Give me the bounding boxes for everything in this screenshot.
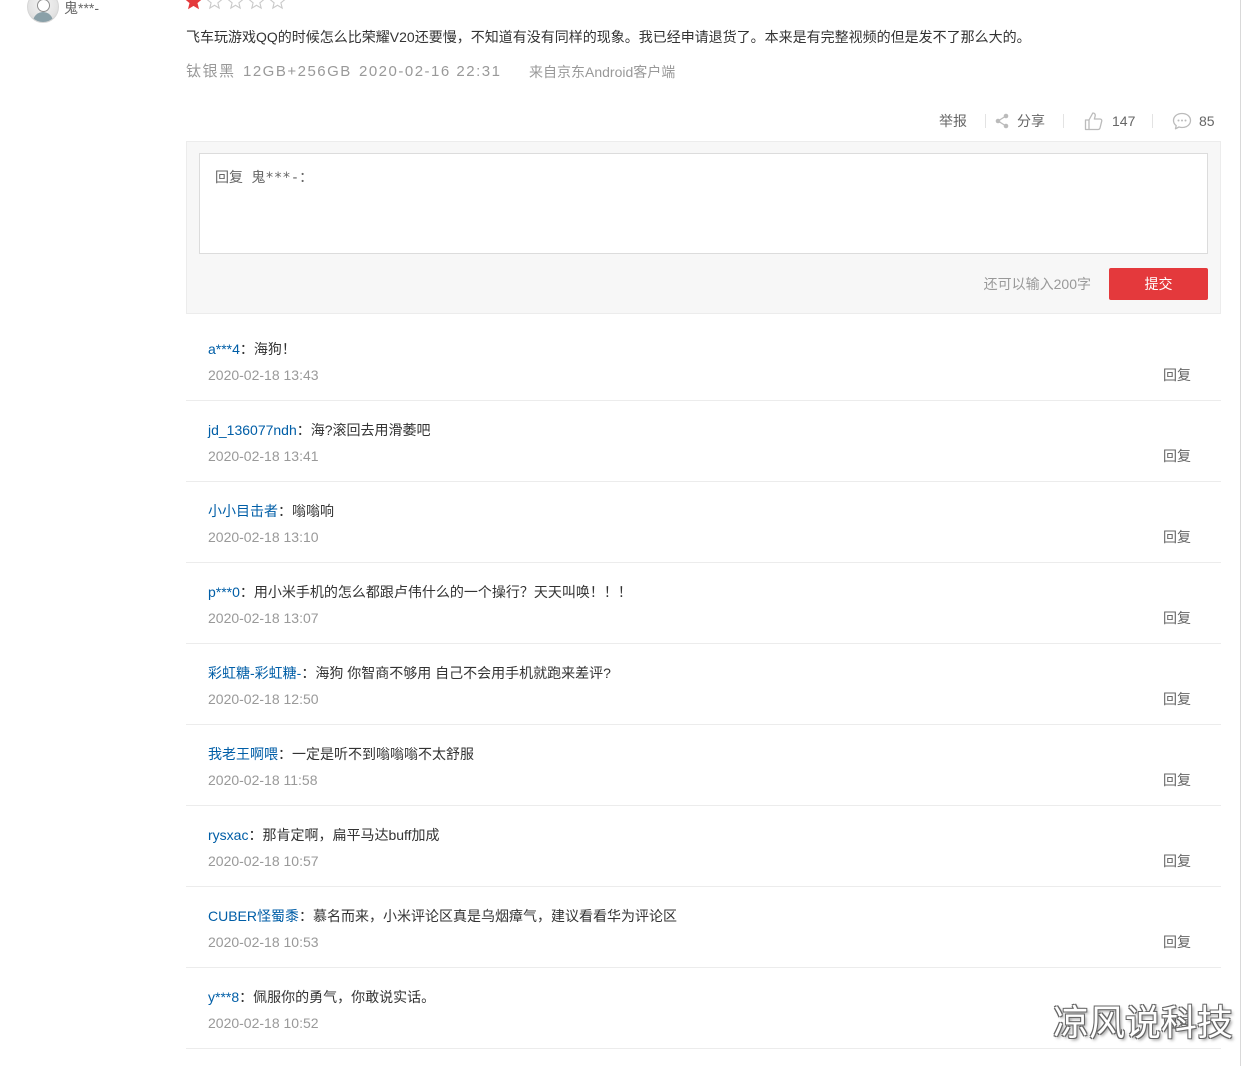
reply-text: 海狗 你智商不够用 自己不会用手机就跑来差评? xyxy=(315,665,611,681)
comment-bubble-icon[interactable] xyxy=(1172,111,1192,131)
review-time: 2020-02-16 22:31 xyxy=(359,63,502,80)
reply-list: a***4：海狗！ 2020-02-18 13:43 回复 jd_136077n… xyxy=(186,320,1221,1049)
reply-composer: 还可以输入200字 提交 xyxy=(186,141,1221,314)
reply-colon: ： xyxy=(248,827,263,843)
reply-line: 我老王啊喂：一定是听不到嗡嗡嗡不太舒服 xyxy=(208,745,474,763)
reply-time: 2020-02-18 13:10 xyxy=(208,529,319,545)
reply-username-link[interactable]: 彩虹糖-彩虹糖- xyxy=(208,665,301,681)
reply-time: 2020-02-18 10:57 xyxy=(208,853,319,869)
share-icon[interactable] xyxy=(994,113,1010,129)
reply-text: 嗡嗡响 xyxy=(292,503,334,519)
reply-text: 慕名而来，小米评论区真是乌烟瘴气，建议看看华为评论区 xyxy=(313,908,678,924)
reply-button[interactable]: 回复 xyxy=(1163,690,1191,708)
reply-line: 小小目击者：嗡嗡响 xyxy=(208,502,334,520)
watermark: 凉风说科技 xyxy=(1053,1002,1234,1043)
reply-button[interactable]: 回复 xyxy=(1163,366,1191,384)
action-divider xyxy=(1063,114,1064,128)
reply-colon: ： xyxy=(299,908,314,924)
reply-textarea[interactable] xyxy=(199,153,1208,254)
reply-text: 一定是听不到嗡嗡嗡不太舒服 xyxy=(292,746,474,762)
user-avatar xyxy=(27,0,59,23)
reply-username-link[interactable]: a***4 xyxy=(208,341,240,357)
reply-button[interactable]: 回复 xyxy=(1163,771,1191,789)
report-link[interactable]: 举报 xyxy=(939,111,967,131)
review-username: 鬼***- xyxy=(64,0,100,16)
reply-time: 2020-02-18 11:58 xyxy=(208,772,318,788)
reply-button[interactable]: 回复 xyxy=(1163,933,1191,951)
reply-item: p***0：用小米手机的怎么都跟卢伟什么的一个操行？天天叫唤！！！ 2020-0… xyxy=(186,563,1221,644)
reply-time: 2020-02-18 10:52 xyxy=(208,1015,319,1031)
comment-button[interactable]: 85 xyxy=(1172,111,1215,131)
reply-button[interactable]: 回复 xyxy=(1163,852,1191,870)
reply-username-link[interactable]: 小小目击者 xyxy=(208,503,278,519)
reply-username-link[interactable]: jd_136077ndh xyxy=(208,422,297,438)
reply-text: 海?滚回去用滑萎吧 xyxy=(310,422,431,438)
review-source: 来自京东Android客户端 xyxy=(529,64,676,80)
reply-line: rysxac：那肯定啊，扁平马达buff加成 xyxy=(208,826,440,844)
page-edge-divider xyxy=(1240,0,1241,1066)
reply-colon: ： xyxy=(278,503,292,519)
submit-button[interactable]: 提交 xyxy=(1109,268,1208,300)
reply-item: jd_136077ndh：海?滚回去用滑萎吧 2020-02-18 13:41 … xyxy=(186,401,1221,482)
reply-item: CUBER怪蜀黍：慕名而来，小米评论区真是乌烟瘴气，建议看看华为评论区 2020… xyxy=(186,887,1221,968)
reply-time: 2020-02-18 10:53 xyxy=(208,934,319,950)
reply-item: rysxac：那肯定啊，扁平马达buff加成 2020-02-18 10:57 … xyxy=(186,806,1221,887)
product-color: 钛银黑 xyxy=(186,63,236,80)
reply-item: 彩虹糖-彩虹糖-：海狗 你智商不够用 自己不会用手机就跑来差评? 2020-02… xyxy=(186,644,1221,725)
reply-item: a***4：海狗！ 2020-02-18 13:43 回复 xyxy=(186,320,1221,401)
reply-item: 小小目击者：嗡嗡响 2020-02-18 13:10 回复 xyxy=(186,482,1221,563)
star-icon xyxy=(248,0,265,10)
reply-time: 2020-02-18 12:50 xyxy=(208,691,319,707)
reply-colon: ： xyxy=(239,341,254,357)
reply-colon: ： xyxy=(278,746,292,762)
reply-line: CUBER怪蜀黍：慕名而来，小米评论区真是乌烟瘴气，建议看看华为评论区 xyxy=(208,907,677,925)
reply-line: p***0：用小米手机的怎么都跟卢伟什么的一个操行？天天叫唤！！！ xyxy=(208,583,632,601)
reply-username-link[interactable]: CUBER怪蜀黍 xyxy=(208,908,299,924)
reply-button[interactable]: 回复 xyxy=(1163,447,1191,465)
reply-line: a***4：海狗！ xyxy=(208,340,296,358)
reply-username-link[interactable]: y***8 xyxy=(208,989,239,1005)
reply-text: 佩服你的勇气，你敢说实话。 xyxy=(253,989,436,1005)
like-button[interactable]: 147 xyxy=(1083,111,1135,131)
star-icon xyxy=(227,0,244,10)
reply-line: jd_136077ndh：海?滚回去用滑萎吧 xyxy=(208,421,431,439)
star-icon xyxy=(206,0,223,10)
action-divider xyxy=(985,114,986,128)
reply-username-link[interactable]: 我老王啊喂 xyxy=(208,746,278,762)
reply-username-link[interactable]: rysxac xyxy=(208,827,248,843)
reply-colon: ： xyxy=(239,989,254,1005)
review-content: 飞车玩游戏QQ的时候怎么比荣耀V20还要慢，不知道有没有同样的现象。我已经申请退… xyxy=(186,29,1031,45)
reply-text: 海狗！ xyxy=(253,341,296,357)
reply-line: y***8：佩服你的勇气，你敢说实话。 xyxy=(208,988,435,1006)
share-label[interactable]: 分享 xyxy=(1017,111,1045,131)
action-divider xyxy=(1152,114,1153,128)
share-button[interactable]: 分享 xyxy=(994,111,1045,131)
reply-time: 2020-02-18 13:07 xyxy=(208,610,319,626)
review-page: 鬼***- 飞车玩游戏QQ的时候怎么比荣耀V20还要慢，不知道有没有同样的现象。… xyxy=(0,0,1251,1066)
reply-text: 用小米手机的怎么都跟卢伟什么的一个操行？天天叫唤！！！ xyxy=(253,584,632,600)
reply-button[interactable]: 回复 xyxy=(1163,609,1191,627)
reply-colon: ： xyxy=(239,584,254,600)
star-icon xyxy=(185,0,202,10)
reply-text: 那肯定啊，扁平马达buff加成 xyxy=(262,827,440,843)
thumbs-up-icon[interactable] xyxy=(1083,111,1103,131)
comment-count[interactable]: 85 xyxy=(1199,111,1215,131)
reply-colon: ： xyxy=(296,422,311,438)
rating-stars xyxy=(185,0,286,10)
avatar-face xyxy=(37,0,50,12)
remaining-chars-hint: 还可以输入200字 xyxy=(983,276,1091,292)
like-count[interactable]: 147 xyxy=(1112,111,1135,131)
reply-username-link[interactable]: p***0 xyxy=(208,584,240,600)
avatar-body xyxy=(33,12,53,22)
reply-time: 2020-02-18 13:43 xyxy=(208,367,319,383)
reply-time: 2020-02-18 13:41 xyxy=(208,448,319,464)
reply-button[interactable]: 回复 xyxy=(1163,528,1191,546)
reply-line: 彩虹糖-彩虹糖-：海狗 你智商不够用 自己不会用手机就跑来差评? xyxy=(208,664,611,682)
reply-colon: ： xyxy=(301,665,316,681)
reply-item: 我老王啊喂：一定是听不到嗡嗡嗡不太舒服 2020-02-18 11:58 回复 xyxy=(186,725,1221,806)
star-icon xyxy=(269,0,286,10)
product-spec: 12GB+256GB xyxy=(243,63,352,80)
